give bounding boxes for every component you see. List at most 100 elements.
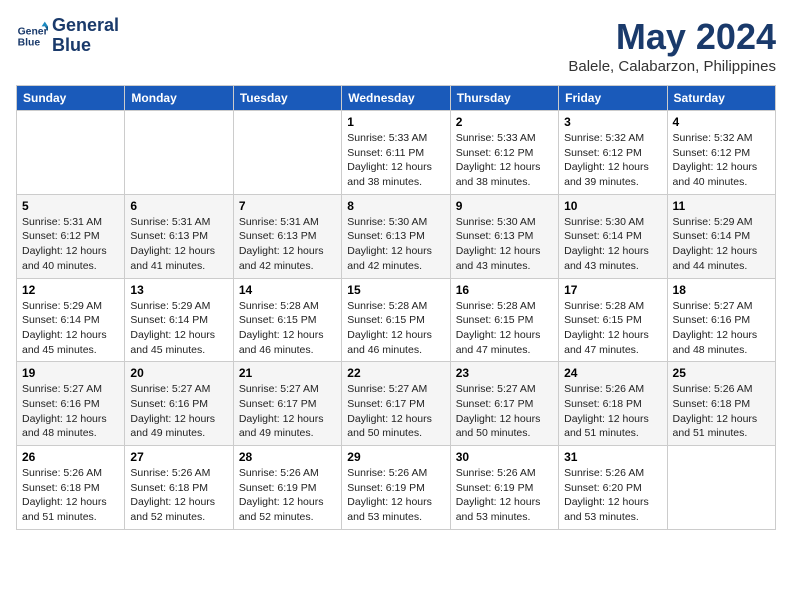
calendar-cell: 9Sunrise: 5:30 AMSunset: 6:13 PMDaylight… [450,194,558,278]
day-info: Sunrise: 5:27 AMSunset: 6:16 PMDaylight:… [22,382,119,441]
day-number: 7 [239,199,336,213]
day-number: 28 [239,450,336,464]
day-number: 9 [456,199,553,213]
day-number: 29 [347,450,444,464]
day-info: Sunrise: 5:26 AMSunset: 6:18 PMDaylight:… [564,382,661,441]
month-title: May 2024 [568,16,776,58]
day-number: 5 [22,199,119,213]
day-info: Sunrise: 5:31 AMSunset: 6:13 PMDaylight:… [239,215,336,274]
day-number: 6 [130,199,227,213]
day-header-tuesday: Tuesday [233,86,341,111]
logo-general: General [52,16,119,36]
day-info: Sunrise: 5:29 AMSunset: 6:14 PMDaylight:… [673,215,770,274]
day-info: Sunrise: 5:27 AMSunset: 6:17 PMDaylight:… [239,382,336,441]
calendar-cell: 27Sunrise: 5:26 AMSunset: 6:18 PMDayligh… [125,446,233,530]
day-number: 13 [130,283,227,297]
day-number: 19 [22,366,119,380]
day-info: Sunrise: 5:26 AMSunset: 6:20 PMDaylight:… [564,466,661,525]
day-header-monday: Monday [125,86,233,111]
day-number: 25 [673,366,770,380]
calendar-cell: 6 Sunrise: 5:31 AMSunset: 6:13 PMDaylight… [125,194,233,278]
day-number: 10 [564,199,661,213]
logo-icon: General Blue [16,20,48,52]
calendar-cell: 11 Sunrise: 5:29 AMSunset: 6:14 PMDayligh… [667,194,775,278]
title-block: May 2024 Balele, Calabarzon, Philippines [568,16,776,75]
calendar-cell: 25 Sunrise: 5:26 AMSunset: 6:18 PMDayligh… [667,362,775,446]
day-info: Sunrise: 5:28 AMSunset: 6:15 PMDaylight:… [456,299,553,358]
calendar-cell [667,446,775,530]
day-header-sunday: Sunday [17,86,125,111]
calendar-cell: 20 Sunrise: 5:27 AMSunset: 6:16 PMDayligh… [125,362,233,446]
day-info: Sunrise: 5:27 AMSunset: 6:16 PMDaylight:… [130,382,227,441]
day-info: Sunrise: 5:26 AMSunset: 6:18 PMDaylight:… [673,382,770,441]
calendar-cell: 29Sunrise: 5:26 AMSunset: 6:19 PMDayligh… [342,446,450,530]
day-number: 26 [22,450,119,464]
calendar-cell: 16 Sunrise: 5:28 AMSunset: 6:15 PMDayligh… [450,278,558,362]
day-info: Sunrise: 5:28 AMSunset: 6:15 PMDaylight:… [239,299,336,358]
day-number: 16 [456,283,553,297]
day-number: 24 [564,366,661,380]
day-number: 15 [347,283,444,297]
day-number: 18 [673,283,770,297]
day-info: Sunrise: 5:32 AMSunset: 6:12 PMDaylight:… [673,131,770,190]
calendar-cell: 2 Sunrise: 5:33 AMSunset: 6:12 PMDaylight… [450,111,558,195]
calendar-header-row: SundayMondayTuesdayWednesdayThursdayFrid… [17,86,776,111]
day-info: Sunrise: 5:26 AMSunset: 6:19 PMDaylight:… [456,466,553,525]
day-info: Sunrise: 5:26 AMSunset: 6:19 PMDaylight:… [239,466,336,525]
calendar-cell: 3Sunrise: 5:32 AMSunset: 6:12 PMDaylight… [559,111,667,195]
calendar-week-row: 26Sunrise: 5:26 AMSunset: 6:18 PMDayligh… [17,446,776,530]
calendar-cell [233,111,341,195]
day-info: Sunrise: 5:30 AMSunset: 6:14 PMDaylight:… [564,215,661,274]
day-number: 11 [673,199,770,213]
svg-text:General: General [18,26,48,37]
day-info: Sunrise: 5:27 AMSunset: 6:17 PMDaylight:… [456,382,553,441]
calendar-cell: 14 Sunrise: 5:28 AMSunset: 6:15 PMDayligh… [233,278,341,362]
calendar-cell: 23Sunrise: 5:27 AMSunset: 6:17 PMDayligh… [450,362,558,446]
day-info: Sunrise: 5:28 AMSunset: 6:15 PMDaylight:… [347,299,444,358]
calendar-cell: 15 Sunrise: 5:28 AMSunset: 6:15 PMDayligh… [342,278,450,362]
calendar-cell: 26Sunrise: 5:26 AMSunset: 6:18 PMDayligh… [17,446,125,530]
calendar-cell: 18Sunrise: 5:27 AMSunset: 6:16 PMDayligh… [667,278,775,362]
day-number: 20 [130,366,227,380]
calendar-cell: 4Sunrise: 5:32 AMSunset: 6:12 PMDaylight… [667,111,775,195]
calendar-cell: 12 Sunrise: 5:29 AMSunset: 6:14 PMDayligh… [17,278,125,362]
day-info: Sunrise: 5:31 AMSunset: 6:13 PMDaylight:… [130,215,227,274]
calendar-cell: 7 Sunrise: 5:31 AMSunset: 6:13 PMDaylight… [233,194,341,278]
calendar-cell: 30 Sunrise: 5:26 AMSunset: 6:19 PMDayligh… [450,446,558,530]
location: Balele, Calabarzon, Philippines [568,58,776,75]
calendar-cell: 8Sunrise: 5:30 AMSunset: 6:13 PMDaylight… [342,194,450,278]
calendar-week-row: 12 Sunrise: 5:29 AMSunset: 6:14 PMDayligh… [17,278,776,362]
calendar-cell: 28 Sunrise: 5:26 AMSunset: 6:19 PMDayligh… [233,446,341,530]
day-number: 8 [347,199,444,213]
day-header-wednesday: Wednesday [342,86,450,111]
day-info: Sunrise: 5:29 AMSunset: 6:14 PMDaylight:… [22,299,119,358]
day-number: 27 [130,450,227,464]
day-number: 14 [239,283,336,297]
day-info: Sunrise: 5:27 AMSunset: 6:17 PMDaylight:… [347,382,444,441]
day-number: 12 [22,283,119,297]
day-header-saturday: Saturday [667,86,775,111]
calendar-week-row: 19 Sunrise: 5:27 AMSunset: 6:16 PMDayligh… [17,362,776,446]
calendar-cell: 17 Sunrise: 5:28 AMSunset: 6:15 PMDayligh… [559,278,667,362]
calendar-cell: 5 Sunrise: 5:31 AMSunset: 6:12 PMDaylight… [17,194,125,278]
day-number: 30 [456,450,553,464]
day-info: Sunrise: 5:28 AMSunset: 6:15 PMDaylight:… [564,299,661,358]
day-number: 21 [239,366,336,380]
calendar-cell: 10 Sunrise: 5:30 AMSunset: 6:14 PMDayligh… [559,194,667,278]
day-header-friday: Friday [559,86,667,111]
calendar-week-row: 1Sunrise: 5:33 AMSunset: 6:11 PMDaylight… [17,111,776,195]
day-info: Sunrise: 5:32 AMSunset: 6:12 PMDaylight:… [564,131,661,190]
day-number: 31 [564,450,661,464]
calendar-cell: 24 Sunrise: 5:26 AMSunset: 6:18 PMDayligh… [559,362,667,446]
calendar-cell: 1Sunrise: 5:33 AMSunset: 6:11 PMDaylight… [342,111,450,195]
calendar-cell: 22Sunrise: 5:27 AMSunset: 6:17 PMDayligh… [342,362,450,446]
day-number: 17 [564,283,661,297]
day-info: Sunrise: 5:29 AMSunset: 6:14 PMDaylight:… [130,299,227,358]
day-number: 2 [456,115,553,129]
day-info: Sunrise: 5:33 AMSunset: 6:12 PMDaylight:… [456,131,553,190]
calendar-cell: 21 Sunrise: 5:27 AMSunset: 6:17 PMDayligh… [233,362,341,446]
logo-blue: Blue [52,36,91,56]
day-info: Sunrise: 5:31 AMSunset: 6:12 PMDaylight:… [22,215,119,274]
calendar-table: SundayMondayTuesdayWednesdayThursdayFrid… [16,85,776,530]
day-number: 1 [347,115,444,129]
